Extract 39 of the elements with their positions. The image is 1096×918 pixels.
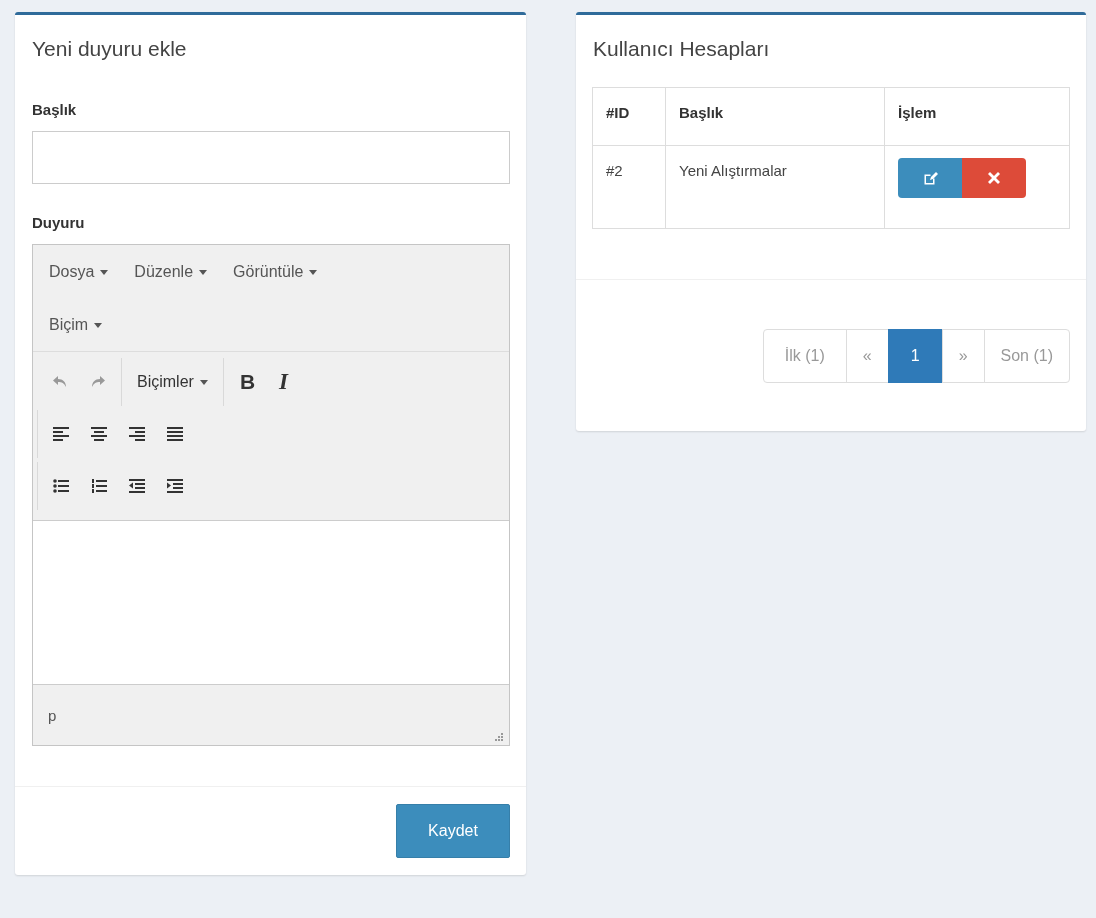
align-center-icon — [91, 427, 107, 441]
column-header: Başlık — [665, 87, 885, 146]
indent-icon — [167, 479, 183, 493]
menu-item[interactable]: Dosya — [37, 245, 123, 298]
menu-item[interactable]: Düzenle — [122, 245, 222, 298]
bullet-list-icon — [53, 479, 69, 493]
card-title: Yeni duyuru ekle — [31, 36, 188, 61]
caret-icon — [199, 379, 208, 385]
align-left-icon — [53, 427, 69, 441]
caret-icon — [94, 322, 103, 328]
card-title: Kullanıcı Hesapları — [592, 36, 771, 61]
page-link[interactable]: 1 — [887, 329, 943, 383]
column-header: İşlem — [884, 87, 1070, 146]
align-right-icon — [129, 427, 145, 441]
field-label: Duyuru — [32, 214, 86, 231]
table-cell: Yeni Alıştırmalar — [665, 145, 885, 229]
close-icon — [988, 172, 1000, 184]
delete-button[interactable] — [962, 158, 1026, 198]
menu-item[interactable]: Biçim — [37, 298, 117, 351]
edit-icon — [922, 170, 938, 186]
undo-icon — [52, 375, 68, 389]
column-header: #ID — [592, 87, 666, 146]
resize-handle-icon[interactable] — [495, 733, 503, 741]
menu-item[interactable]: Görüntüle — [221, 245, 332, 298]
bold-button[interactable]: B — [227, 366, 268, 398]
redo-icon — [90, 375, 106, 389]
numbered-list-icon — [91, 479, 107, 493]
justify-icon — [167, 427, 183, 441]
field-label: Başlık — [32, 101, 78, 118]
save-button[interactable]: Kaydet — [396, 804, 510, 858]
caret-icon — [309, 269, 318, 275]
caret-icon — [100, 269, 109, 275]
title-input[interactable] — [32, 131, 510, 184]
table-cell: #2 — [592, 145, 666, 229]
element-path: p — [48, 706, 57, 724]
formats-dropdown[interactable]: Biçimler — [126, 365, 219, 399]
outdent-icon — [129, 479, 145, 493]
italic-button[interactable]: I — [267, 365, 300, 399]
caret-icon — [199, 269, 208, 275]
